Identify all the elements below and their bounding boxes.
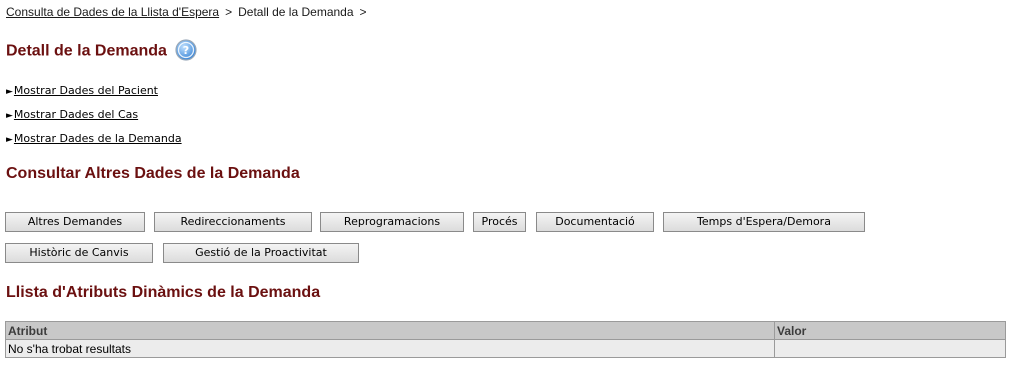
- gestio-proactivitat-button[interactable]: Gestió de la Proactivitat: [163, 243, 359, 263]
- breadcrumb: Consulta de Dades de la Llista d'Espera >…: [6, 5, 373, 19]
- column-header-atribut[interactable]: Atribut: [5, 321, 775, 340]
- expander-dades-pacient: ►Mostrar Dades del Pacient: [6, 84, 158, 97]
- expand-arrow-icon: ►: [6, 135, 13, 145]
- documentacio-button[interactable]: Documentació: [536, 212, 654, 232]
- reprogramacions-button[interactable]: Reprogramacions: [320, 212, 464, 232]
- table-header-row: Atribut Valor: [5, 321, 1006, 340]
- show-case-data-link[interactable]: Mostrar Dades del Cas: [14, 108, 138, 121]
- proces-button[interactable]: Procés: [473, 212, 526, 232]
- empty-result-message: No s'ha trobat resultats: [5, 339, 775, 358]
- attributes-title: Llista d'Atributs Dinàmics de la Demanda: [6, 284, 321, 301]
- breadcrumb-link-consulta[interactable]: Consulta de Dades de la Llista d'Espera: [6, 5, 219, 19]
- redireccionaments-button[interactable]: Redireccionaments: [154, 212, 312, 232]
- other-data-title: Consultar Altres Dades de la Demanda: [6, 165, 300, 182]
- breadcrumb-current: Detall de la Demanda: [238, 5, 354, 19]
- historic-canvis-button[interactable]: Històric de Canvis: [5, 243, 153, 263]
- show-request-data-link[interactable]: Mostrar Dades de la Demanda: [14, 132, 182, 145]
- expander-dades-demanda: ►Mostrar Dades de la Demanda: [6, 132, 182, 145]
- expand-arrow-icon: ►: [6, 111, 13, 121]
- empty-value-cell: [774, 339, 1006, 358]
- detail-title: Detall de la Demanda ?: [6, 39, 197, 61]
- temps-espera-button[interactable]: Temps d'Espera/Demora: [663, 212, 865, 232]
- breadcrumb-separator: >: [225, 5, 233, 19]
- table-row: No s'ha trobat resultats: [5, 339, 1006, 358]
- attributes-table: Atribut Valor No s'ha trobat resultats: [5, 321, 1006, 358]
- breadcrumb-separator: >: [359, 5, 367, 19]
- help-question-icon[interactable]: ?: [175, 39, 197, 61]
- detail-title-text: Detall de la Demanda: [6, 42, 167, 60]
- altres-demandes-button[interactable]: Altres Demandes: [5, 212, 145, 232]
- show-patient-data-link[interactable]: Mostrar Dades del Pacient: [14, 84, 158, 97]
- expand-arrow-icon: ►: [6, 87, 13, 97]
- column-header-valor[interactable]: Valor: [774, 321, 1006, 340]
- expander-dades-cas: ►Mostrar Dades del Cas: [6, 108, 138, 121]
- svg-text:?: ?: [183, 44, 189, 57]
